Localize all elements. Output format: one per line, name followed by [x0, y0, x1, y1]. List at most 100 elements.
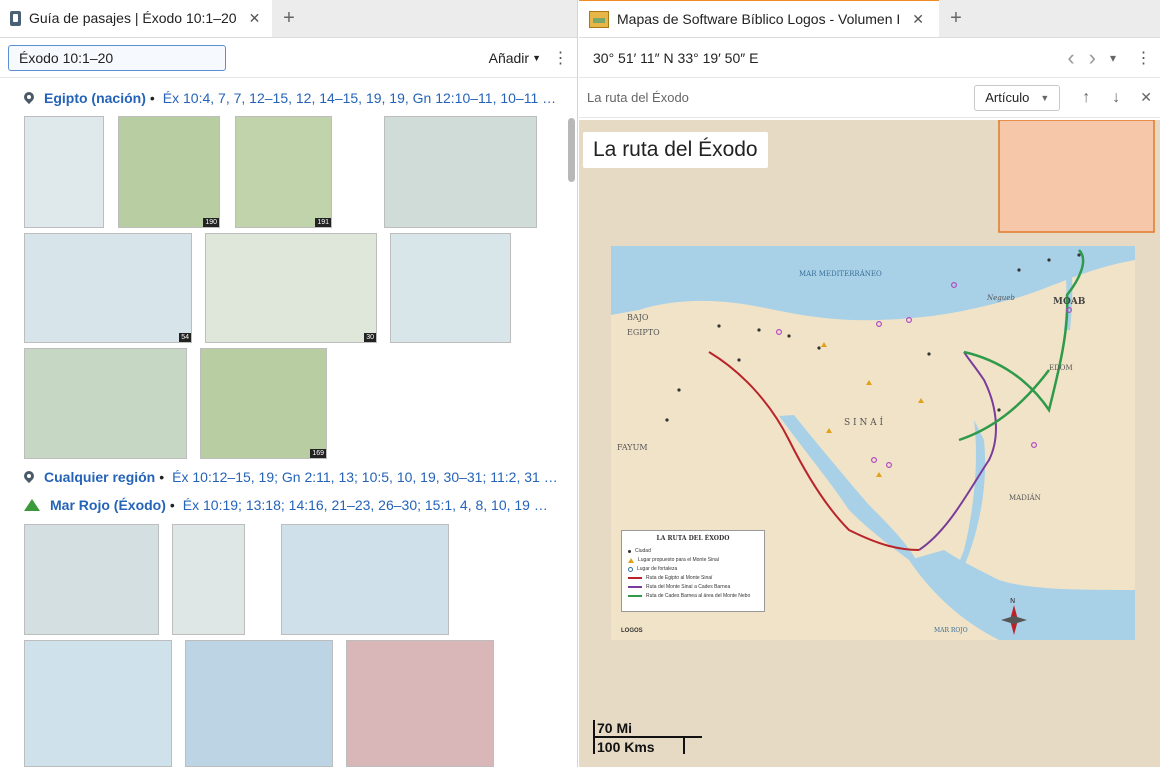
more-options-icon[interactable]: ⋮: [1134, 48, 1152, 68]
map-thumbnail[interactable]: [346, 640, 494, 767]
map-title: La ruta del Éxodo: [583, 132, 768, 168]
map-search-bar: La ruta del Éxodo Artículo ▼ ↑ ↓ ✕: [579, 78, 1160, 118]
close-tab-icon[interactable]: ✕: [912, 11, 924, 28]
map-thumbnail[interactable]: 54: [24, 233, 192, 343]
map-thumbnail[interactable]: [24, 640, 172, 767]
map-thumbnail[interactable]: 190: [118, 116, 220, 228]
new-tab-button[interactable]: +: [939, 0, 973, 37]
caret-down-icon: ▼: [1040, 92, 1050, 103]
section-references[interactable]: Éx 10:12–15, 19; Gn 2:11, 13; 10:5, 10, …: [172, 469, 558, 485]
left-tab-bar: Guía de pasajes | Éxodo 10:1–20 ✕ +: [0, 0, 577, 38]
map-toolbar: 30° 51′ 11″ N 33° 19′ 50″ E ‹ › ▾ ⋮: [579, 38, 1160, 78]
legend-item: Lugar propuesto para el Monte Sinaí: [628, 557, 758, 563]
map-label-madian: MADIÁN: [1009, 493, 1041, 502]
arrow-down-icon[interactable]: ↓: [1112, 89, 1120, 107]
back-icon[interactable]: ‹: [1067, 45, 1074, 71]
close-search-icon[interactable]: ✕: [1140, 89, 1152, 106]
map-legend: LA RUTA DEL ÉXODO Ciudad Lugar propuesto…: [621, 530, 765, 612]
scale-miles: 70 Mi: [593, 720, 703, 738]
map-label-fayum: FAYUM: [617, 443, 648, 452]
section-name[interactable]: Mar Rojo (Éxodo): [50, 497, 166, 513]
add-label: Añadir: [488, 49, 530, 66]
coordinates-readout: 30° 51′ 11″ N 33° 19′ 50″ E: [593, 49, 759, 66]
legend-item: Ruta del Monte Sinaí a Cades Barnea: [628, 584, 758, 590]
bible-maps-pane: Mapas de Software Bíblico Logos - Volume…: [579, 0, 1160, 767]
map-thumbnail[interactable]: [24, 348, 187, 459]
logos-brand-label: LOGOS: [621, 628, 643, 634]
map-label-sinai: S I N A Í: [844, 416, 884, 428]
map-number: 191: [315, 218, 331, 227]
fortress-marker-icon: [628, 566, 633, 572]
map-label-negueb: Negueb: [986, 294, 1015, 302]
compass-north: N: [1010, 597, 1015, 605]
map-thumbnail[interactable]: [172, 524, 245, 635]
tab-title: Mapas de Software Bíblico Logos - Volume…: [617, 11, 901, 27]
close-tab-icon[interactable]: ✕: [249, 10, 261, 27]
article-select-label: Artículo: [985, 90, 1030, 105]
map-label-edom: EDOM: [1049, 364, 1073, 372]
legend-title: LA RUTA DEL ÉXODO: [656, 535, 730, 542]
route-line-purple: [628, 586, 642, 588]
section-mar-rojo: Mar Rojo (Éxodo) • Éx 10:19; 13:18; 14:1…: [0, 492, 560, 518]
city-dot-icon: [628, 549, 631, 553]
map-thumbnail[interactable]: [24, 116, 104, 228]
map-label-mar-rojo: MAR ROJO: [934, 627, 968, 634]
legend-item: Ruta de Egipto al Monte Sinaí: [628, 575, 758, 581]
map-label-egipto: EGIPTO: [627, 328, 660, 337]
map-search-input[interactable]: La ruta del Éxodo: [587, 90, 689, 105]
map-thumbnail[interactable]: [384, 116, 537, 228]
map-thumbnail[interactable]: 30: [205, 233, 377, 343]
legend-label: Ruta de Egipto al Monte Sinaí: [646, 575, 713, 581]
history-dropdown-icon[interactable]: ▾: [1110, 51, 1116, 65]
reference-input[interactable]: [8, 44, 226, 71]
map-label-moab: MOAB: [1053, 297, 1086, 307]
passage-toolbar: Añadir ▼ ⋮: [0, 38, 577, 78]
map-number: 190: [203, 218, 219, 227]
map-thumbnail[interactable]: 169: [200, 348, 327, 459]
book-icon: [10, 10, 21, 26]
legend-label: Ruta del Monte Sinaí a Cades Barnea: [646, 584, 731, 590]
legend-label: Ruta de Cades Barnea al área del Monte N…: [646, 593, 751, 599]
map-thumbnail[interactable]: [281, 524, 449, 635]
arrow-up-icon[interactable]: ↑: [1082, 89, 1090, 107]
bullet: •: [169, 497, 175, 513]
tab-bible-maps[interactable]: Mapas de Software Bíblico Logos - Volume…: [579, 0, 939, 37]
passage-content: Egipto (nación) • Éx 10:4, 7, 7, 12–15, …: [0, 80, 577, 767]
legend-item: Ruta de Cades Barnea al área del Monte N…: [628, 593, 758, 599]
map-graphic: MAR MEDITERRÁNEO BAJO EGIPTO FAYUM S I N…: [579, 120, 1160, 767]
legend-label: Lugar de fortaleza: [637, 566, 678, 572]
section-references[interactable]: Éx 10:19; 13:18; 14:16, 21–23, 26–30; 15…: [183, 497, 548, 513]
map-thumbnail[interactable]: [185, 640, 333, 767]
map-label-sea: MAR MEDITERRÁNEO: [799, 269, 882, 278]
legend-label: Lugar propuesto para el Monte Sinaí: [638, 557, 720, 563]
article-select[interactable]: Artículo ▼: [974, 84, 1061, 111]
route-line-red: [628, 577, 642, 579]
map-number: 169: [310, 449, 326, 458]
passage-guide-pane: Guía de pasajes | Éxodo 10:1–20 ✕ + Añad…: [0, 0, 578, 767]
more-options-icon[interactable]: ⋮: [551, 48, 569, 68]
scrollbar-thumb[interactable]: [568, 118, 575, 182]
scale-kms: 100 Kms: [593, 738, 702, 754]
place-pin-icon: [24, 471, 34, 484]
new-tab-button[interactable]: +: [272, 0, 306, 37]
map-thumbnail[interactable]: 191: [235, 116, 332, 228]
map-label-bajo: BAJO: [627, 313, 649, 322]
section-egipto: Egipto (nación) • Éx 10:4, 7, 7, 12–15, …: [0, 85, 560, 111]
tab-passage-guide[interactable]: Guía de pasajes | Éxodo 10:1–20 ✕: [0, 0, 272, 37]
scale-bar: 70 Mi 100 Kms: [593, 720, 703, 754]
map-thumbnail[interactable]: [24, 524, 159, 635]
section-references[interactable]: Éx 10:4, 7, 7, 12–15, 12, 14–15, 19, 19,…: [163, 90, 556, 106]
mountain-marker-icon: [628, 557, 634, 563]
section-name[interactable]: Cualquier región: [44, 469, 155, 485]
right-tab-bar: Mapas de Software Bíblico Logos - Volume…: [579, 0, 1160, 38]
map-thumbnail[interactable]: [390, 233, 511, 343]
section-name[interactable]: Egipto (nación): [44, 90, 146, 106]
add-button[interactable]: Añadir ▼: [489, 50, 541, 66]
legend-item: Ciudad: [628, 548, 758, 554]
bullet: •: [149, 90, 155, 106]
map-view[interactable]: MAR MEDITERRÁNEO BAJO EGIPTO FAYUM S I N…: [579, 120, 1160, 767]
legend-item: Lugar de fortaleza: [628, 566, 758, 572]
forward-icon[interactable]: ›: [1089, 45, 1096, 71]
route-line-green: [628, 595, 642, 597]
bullet: •: [159, 469, 165, 485]
